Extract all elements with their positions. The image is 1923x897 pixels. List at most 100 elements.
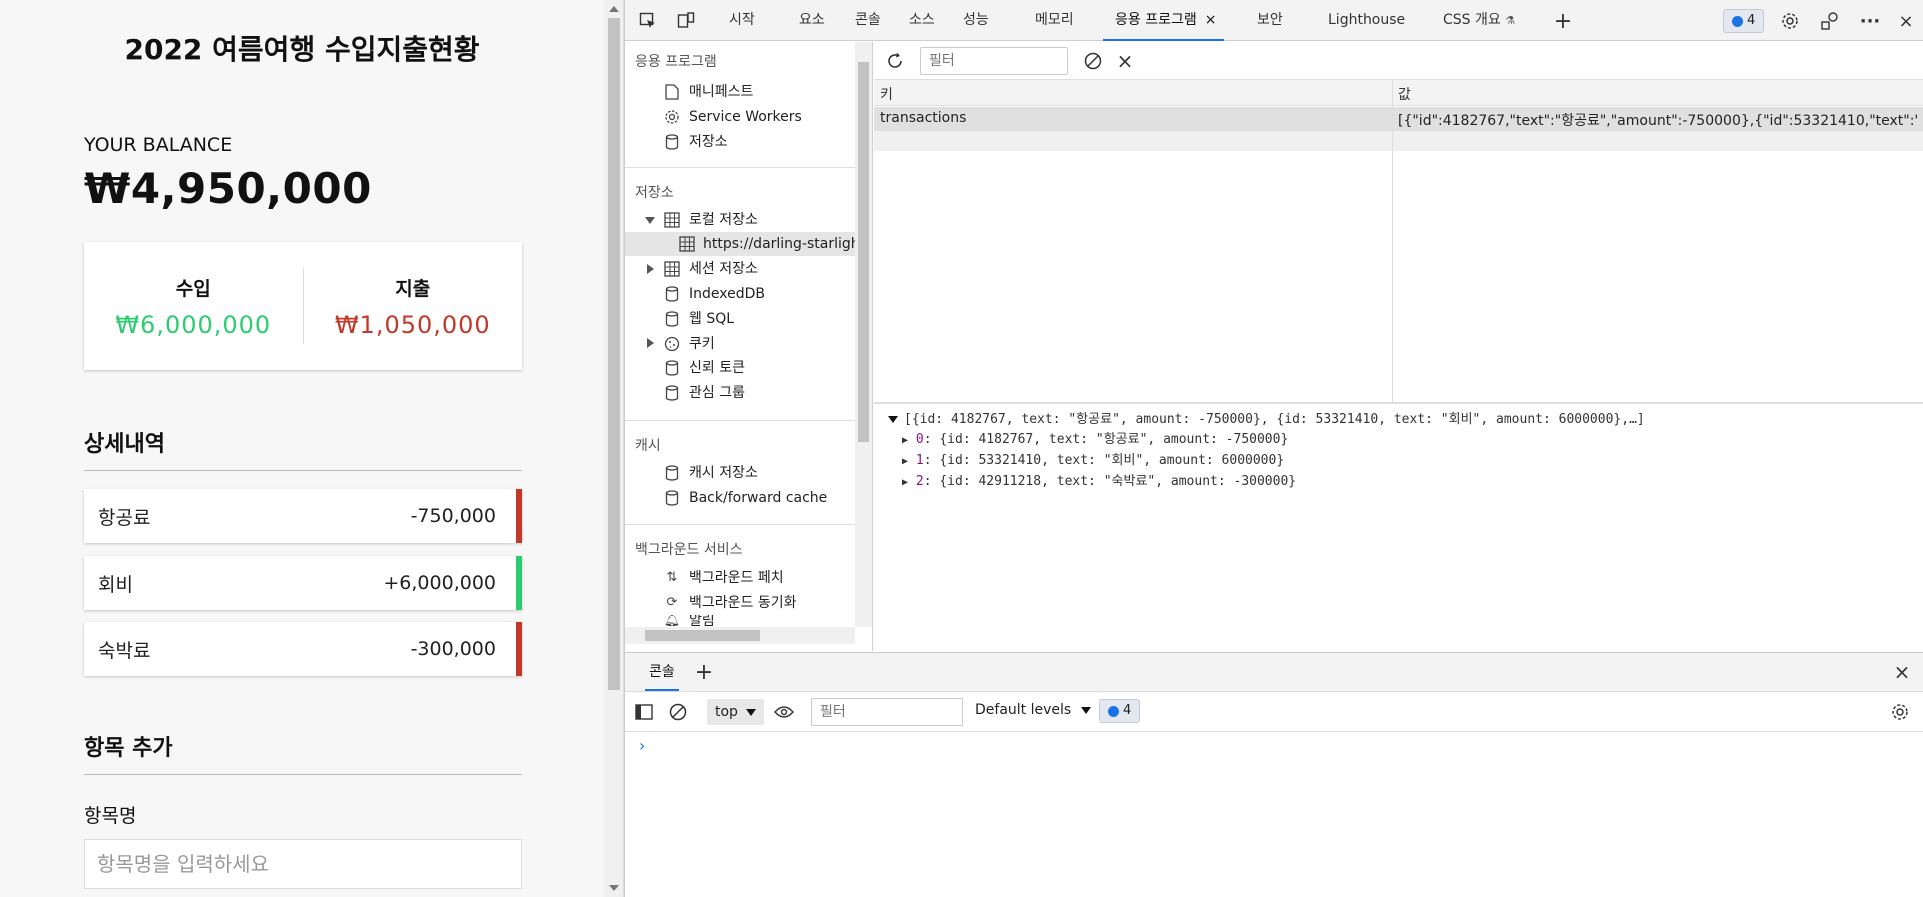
sidebar-item-interest-groups[interactable]: 관심 그룹 xyxy=(663,381,745,405)
chevron-down-icon xyxy=(745,708,756,716)
table-row[interactable]: transactions [{"id":4182767,"text":"항공료"… xyxy=(874,107,1923,131)
preview-item[interactable]: ▶ 1: {id: 53321410, text: "회비", amount: … xyxy=(888,451,1645,472)
sidebar-item-label: 신뢰 토큰 xyxy=(689,360,745,376)
sidebar-item-manifest[interactable]: 매니페스트 xyxy=(663,80,753,104)
close-tab-icon[interactable]: × xyxy=(1205,12,1217,28)
item-name-input[interactable] xyxy=(84,839,522,889)
close-drawer-icon[interactable]: × xyxy=(1891,660,1913,684)
add-title: 항목 추가 xyxy=(84,730,522,775)
table-row-empty[interactable] xyxy=(874,131,1923,151)
tab-sources[interactable]: 소스 xyxy=(909,0,935,41)
sidebar-item-cache-storage[interactable]: 캐시 저장소 xyxy=(663,461,758,485)
sidebar-item-local-origin[interactable]: https://darling-starlight xyxy=(625,232,865,256)
sidebar-item-label: 관심 그룹 xyxy=(689,385,745,401)
file-icon xyxy=(663,83,681,101)
sidebar-item-service-workers[interactable]: Service Workers xyxy=(663,105,802,129)
scroll-down-arrow[interactable] xyxy=(609,885,619,891)
collapse-arrow-icon[interactable]: ▶ xyxy=(902,435,908,446)
sidebar-horizontal-scrollbar[interactable] xyxy=(625,627,855,644)
income-label: 수입 xyxy=(175,277,211,300)
expense-label: 지출 xyxy=(395,277,431,300)
sidebar-item-session-storage[interactable]: 세션 저장소 xyxy=(663,257,758,281)
sidebar-item-storage-overview[interactable]: 저장소 xyxy=(663,130,728,154)
clear-console-icon[interactable] xyxy=(667,701,689,723)
tab-elements[interactable]: 요소 xyxy=(799,0,825,41)
context-selector[interactable]: top xyxy=(707,699,764,725)
device-toolbar-icon[interactable] xyxy=(675,10,697,32)
add-tab-icon[interactable]: + xyxy=(1552,9,1574,34)
console-prompt[interactable]: › xyxy=(639,736,645,755)
column-header-value[interactable]: 값 xyxy=(1398,84,1411,104)
eye-icon[interactable] xyxy=(773,701,795,723)
history-item[interactable]: 항공료 -750,000 xyxy=(84,489,522,543)
issue-chat-icon xyxy=(1732,15,1743,27)
preview-item[interactable]: ▶ 2: {id: 42911218, text: "숙박료", amount:… xyxy=(888,472,1645,493)
database-icon xyxy=(663,489,681,507)
collapse-arrow-icon[interactable] xyxy=(647,264,654,274)
sidebar-item-indexeddb[interactable]: IndexedDB xyxy=(663,282,765,306)
collapse-arrow-icon[interactable] xyxy=(647,338,654,348)
issues-count: 4 xyxy=(1123,703,1132,718)
sidebar-item-label: 쿠키 xyxy=(689,336,715,352)
console-output[interactable]: › xyxy=(625,732,1923,897)
storage-toolbar: × xyxy=(874,42,1923,80)
collapse-arrow-icon[interactable]: ▶ xyxy=(902,477,908,488)
log-levels-dropdown[interactable]: Default levels xyxy=(975,702,1092,718)
delete-selected-icon[interactable]: × xyxy=(1114,49,1136,73)
sidebar-item-notifications[interactable]: 🔔︎ 알림 xyxy=(663,615,715,627)
preview-divider[interactable] xyxy=(874,402,1923,404)
preview-summary: [{id: 4182767, text: "항공료", amount: -750… xyxy=(904,412,1645,427)
tab-application[interactable]: 응용 프로그램 × xyxy=(1103,0,1225,41)
tab-css-overview[interactable]: CSS 개요 ⚗ xyxy=(1443,0,1515,41)
sidebar-item-bg-fetch[interactable]: ⇅ 백그라운드 페치 xyxy=(663,566,784,590)
tab-lighthouse[interactable]: Lighthouse xyxy=(1328,0,1405,41)
issues-badge[interactable]: 4 xyxy=(1723,9,1765,33)
database-icon xyxy=(663,133,681,151)
tab-performance[interactable]: 성능 xyxy=(963,0,989,41)
inspect-element-icon[interactable] xyxy=(637,10,659,32)
preview-item[interactable]: ▶ 0: {id: 4182767, text: "항공료", amount: … xyxy=(888,430,1645,451)
preview-root[interactable]: [{id: 4182767, text: "항공료", amount: -750… xyxy=(888,410,1645,430)
console-issues-badge[interactable]: 4 xyxy=(1099,699,1141,723)
sidebar-item-label: 세션 저장소 xyxy=(689,261,758,277)
scrollbar-thumb[interactable] xyxy=(858,62,869,442)
sidebar-item-trust-tokens[interactable]: 신뢰 토큰 xyxy=(663,356,745,380)
clear-all-icon[interactable] xyxy=(1082,50,1104,72)
console-filter-input[interactable] xyxy=(811,698,963,726)
scrollbar-thumb[interactable] xyxy=(608,18,620,690)
collapse-arrow-icon[interactable]: ▶ xyxy=(902,456,908,467)
close-devtools-icon[interactable]: × xyxy=(1895,10,1917,32)
drawer-tab-console[interactable]: 콘솔 xyxy=(645,653,679,691)
tab-security[interactable]: 보안 xyxy=(1257,0,1283,41)
row-key: transactions xyxy=(880,110,967,126)
sidebar-toggle-icon[interactable] xyxy=(633,701,655,723)
storage-filter-input[interactable] xyxy=(920,47,1068,75)
tab-console[interactable]: 콘솔 xyxy=(855,0,881,41)
add-drawer-tab-icon[interactable]: + xyxy=(693,660,715,685)
sidebar-item-local-storage[interactable]: 로컬 저장소 xyxy=(663,208,758,232)
expense-column: 지출 ₩1,050,000 xyxy=(304,274,523,339)
tab-memory[interactable]: 메모리 xyxy=(1035,0,1074,41)
scroll-up-arrow[interactable] xyxy=(609,6,619,12)
sidebar-vertical-scrollbar[interactable] xyxy=(855,42,872,627)
sidebar-item-bg-sync[interactable]: ⟳ 백그라운드 동기화 xyxy=(663,591,797,615)
sidebar-item-websql[interactable]: 웹 SQL xyxy=(663,307,734,331)
sidebar-item-label: https://darling-starlight xyxy=(703,236,866,252)
preview-index: 2 xyxy=(915,474,924,489)
expand-arrow-icon[interactable] xyxy=(888,416,898,423)
sidebar-item-bfcache[interactable]: Back/forward cache xyxy=(663,486,827,510)
tab-welcome[interactable]: 시작 xyxy=(729,0,755,41)
refresh-icon[interactable] xyxy=(884,50,906,72)
history-item-amount: -300,000 xyxy=(410,638,496,660)
customize-devtools-icon[interactable] xyxy=(1819,10,1841,32)
history-item[interactable]: 숙박료 -300,000 xyxy=(84,622,522,676)
console-settings-gear-icon[interactable] xyxy=(1889,701,1911,723)
settings-gear-icon[interactable] xyxy=(1779,10,1801,32)
more-options-icon[interactable]: ··· xyxy=(1859,10,1881,32)
expand-arrow-icon[interactable] xyxy=(645,217,655,224)
page-scrollbar[interactable] xyxy=(604,0,624,897)
history-item[interactable]: 회비 +6,000,000 xyxy=(84,556,522,610)
scrollbar-thumb[interactable] xyxy=(645,630,760,641)
column-header-key[interactable]: 키 xyxy=(880,84,893,104)
sidebar-item-cookies[interactable]: 쿠키 xyxy=(663,332,715,356)
